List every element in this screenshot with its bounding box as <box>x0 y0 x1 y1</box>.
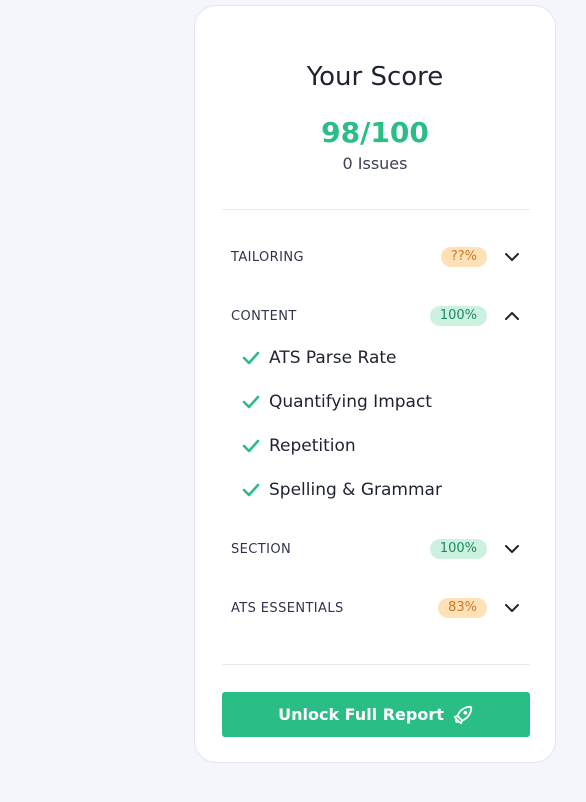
score-card: Your Score 98/100 0 Issues TAILORING ??%… <box>194 5 556 763</box>
content-item-label: Spelling & Grammar <box>269 480 442 500</box>
check-icon <box>242 439 260 453</box>
chevron-up-icon[interactable] <box>503 307 521 325</box>
category-tailoring[interactable]: TAILORING ??% <box>231 242 521 272</box>
category-label: CONTENT <box>231 308 297 324</box>
content-item-quantifying-impact: Quantifying Impact <box>241 390 432 414</box>
content-item-label: Quantifying Impact <box>269 392 432 412</box>
category-label: SECTION <box>231 541 292 557</box>
content-item-repetition: Repetition <box>241 434 356 458</box>
category-ats-essentials[interactable]: ATS ESSENTIALS 83% <box>231 593 521 623</box>
category-label: TAILORING <box>231 249 304 265</box>
divider <box>222 209 530 210</box>
chevron-down-icon[interactable] <box>503 248 521 266</box>
category-content[interactable]: CONTENT 100% <box>231 301 521 331</box>
content-item-ats-parse-rate: ATS Parse Rate <box>241 346 396 370</box>
content-item-spelling-grammar: Spelling & Grammar <box>241 478 442 502</box>
chevron-down-icon[interactable] <box>503 540 521 558</box>
chevron-down-icon[interactable] <box>503 599 521 617</box>
score-title: Your Score <box>306 62 444 92</box>
status-badge: 83% <box>438 598 487 618</box>
check-icon <box>242 483 260 497</box>
issues-count: 0 Issues <box>342 154 408 173</box>
rocket-icon <box>453 705 473 724</box>
unlock-button-label: Unlock Full Report <box>278 705 444 724</box>
check-icon <box>242 395 260 409</box>
status-badge: ??% <box>440 247 487 267</box>
status-badge: 100% <box>429 539 487 559</box>
divider <box>222 664 530 665</box>
category-label: ATS ESSENTIALS <box>231 600 344 616</box>
score-value: 98/100 <box>321 116 429 149</box>
content-item-label: ATS Parse Rate <box>269 348 397 368</box>
status-badge: 100% <box>429 306 487 326</box>
content-item-label: Repetition <box>269 436 356 456</box>
check-icon <box>242 351 260 365</box>
unlock-full-report-button[interactable]: Unlock Full Report <box>222 692 530 737</box>
category-section[interactable]: SECTION 100% <box>231 534 521 564</box>
